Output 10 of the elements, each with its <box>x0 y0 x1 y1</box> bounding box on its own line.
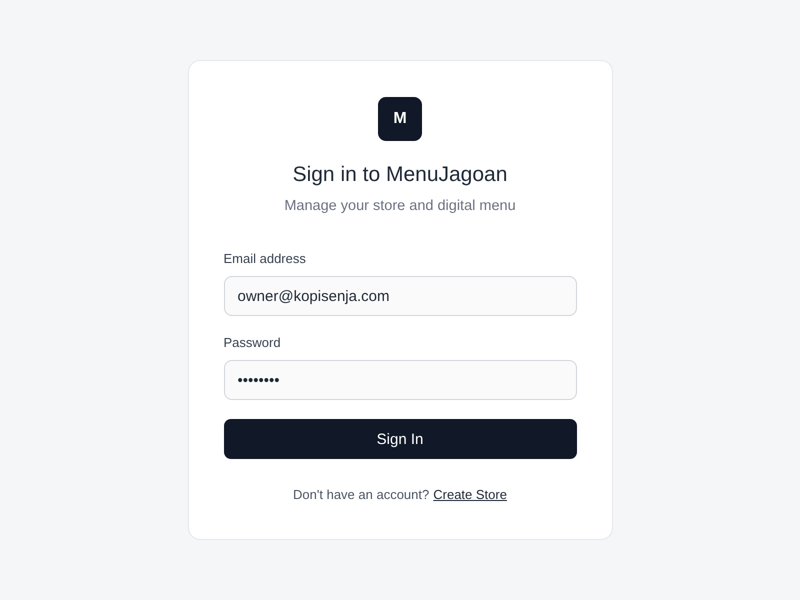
create-store-link[interactable]: Create Store <box>433 487 507 502</box>
input-field[interactable]: owner@kopisenja.com <box>224 276 576 316</box>
title: Sign in to MenuJagoan <box>292 163 508 187</box>
field-label: Email address <box>224 251 307 267</box>
input-field[interactable]: •••••••• <box>224 360 576 400</box>
sign-in-button[interactable]: Sign In <box>224 419 576 459</box>
footer-text: Don't have an account? <box>293 487 430 502</box>
field-label: Password <box>224 335 282 351</box>
logo: M <box>378 97 422 141</box>
subtitle: Manage your store and digital menu <box>283 197 517 215</box>
